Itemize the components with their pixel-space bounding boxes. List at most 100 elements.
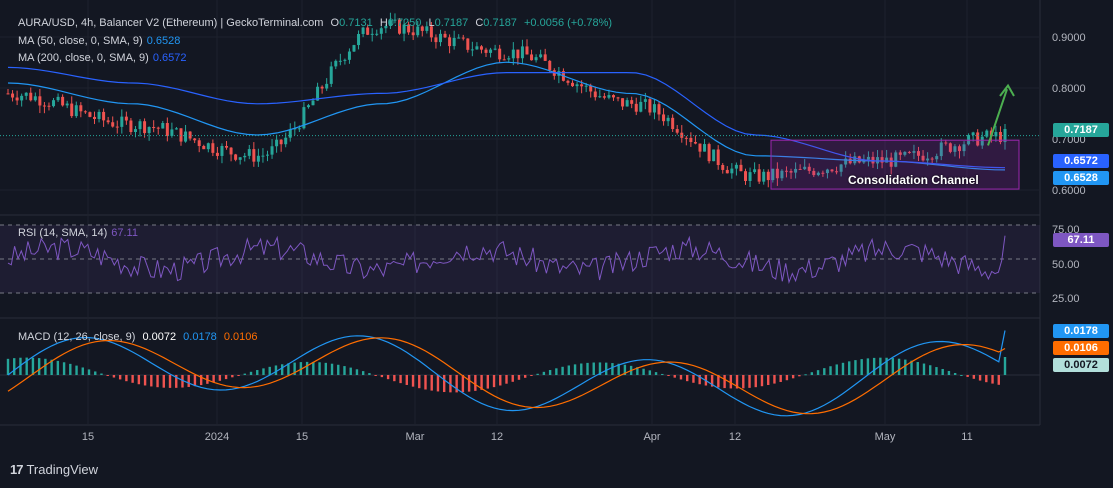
candle-body: [602, 96, 606, 98]
candle-body: [179, 128, 183, 142]
macd-hist-bar: [256, 370, 259, 375]
macd-hist-bar: [785, 375, 789, 381]
macd-hist-bar: [249, 371, 253, 375]
macd-hist-bar: [517, 375, 521, 380]
candle-body: [284, 137, 288, 145]
macd-hist-bar: [486, 375, 490, 389]
hist-badge: 0.0072: [1053, 358, 1109, 372]
candle-body: [434, 37, 438, 43]
candle-body: [256, 155, 260, 162]
candle-body: [461, 37, 465, 39]
candle-body: [261, 155, 265, 157]
macd-hist-bar: [561, 366, 564, 375]
candle-body: [698, 143, 702, 152]
ma200-legend[interactable]: MA (200, close, 0, SMA, 9) 0.6572: [18, 52, 191, 64]
open-value: 0.7131: [339, 17, 373, 29]
candle-body: [470, 49, 474, 51]
macd-hist-bar: [137, 375, 141, 385]
candle-body: [452, 37, 456, 47]
candle-body: [234, 154, 238, 160]
ma50-value: 0.6528: [146, 35, 181, 47]
candle-body: [265, 154, 269, 156]
macd-hist-bar: [922, 363, 926, 375]
candle-body: [38, 96, 42, 106]
candle-body: [20, 95, 24, 101]
candle-body: [479, 46, 483, 50]
candle-body: [466, 38, 470, 50]
candle-body: [106, 120, 110, 123]
candle-body: [47, 105, 51, 107]
x-tick: 11: [961, 431, 973, 443]
macd-hist-bar: [586, 362, 589, 375]
candle-body: [79, 105, 83, 112]
macd-hist-bar: [118, 375, 122, 380]
candle-body: [379, 28, 383, 34]
candle-body: [571, 82, 575, 87]
last-price-badge: 0.7187: [1053, 123, 1109, 137]
candle-body: [165, 123, 169, 136]
candle-body: [74, 105, 78, 117]
candle-body: [338, 60, 342, 62]
candle-body: [675, 129, 679, 133]
candle-body: [42, 105, 46, 107]
macd-hist-bar: [62, 362, 66, 375]
candle-body: [489, 49, 493, 53]
tradingview-logo[interactable]: 17 TradingView: [10, 462, 98, 477]
high-value: 0.7250: [387, 17, 422, 29]
candle-body: [530, 54, 534, 61]
candle-body: [97, 111, 101, 119]
candle-body: [625, 100, 629, 107]
macd-hist-bar: [929, 365, 932, 375]
candle-body: [539, 54, 543, 58]
candle-body: [707, 144, 711, 162]
candle-body: [684, 137, 688, 139]
macd-badge: 0.0178: [1053, 324, 1109, 338]
chart-canvas[interactable]: [0, 0, 1113, 488]
macd-signal-value: 0.0106: [223, 331, 258, 343]
candle-body: [520, 46, 524, 59]
macd-hist-bar: [193, 375, 197, 387]
candle-body: [507, 58, 511, 60]
candle-body: [648, 99, 652, 113]
macd-hist-bar: [904, 359, 907, 375]
candle-body: [193, 138, 197, 141]
macd-hist-bar: [642, 368, 645, 375]
price-tick: 0.6000: [1052, 185, 1086, 197]
ma200-badge: 0.6572: [1053, 154, 1109, 168]
macd-hist-bar: [580, 363, 583, 375]
macd-hist-bar: [343, 366, 346, 375]
candle-body: [693, 142, 697, 144]
signal-badge: 0.0106: [1053, 341, 1109, 355]
macd-hist-bar: [268, 366, 271, 375]
change-value: +0.0056 (+0.78%): [524, 17, 613, 29]
candle-body: [147, 127, 151, 134]
macd-hist-bar: [393, 375, 396, 382]
macd-hist-bar: [723, 375, 726, 389]
symbol-title[interactable]: AURA/USD, 4h, Balancer V2 (Ethereum) | G…: [18, 17, 323, 29]
candle-body: [438, 33, 442, 43]
macd-hist-bar: [941, 368, 944, 375]
candle-body: [129, 120, 133, 133]
candle-body: [971, 132, 975, 136]
macd-hist-bar: [6, 358, 10, 375]
candle-body: [143, 121, 147, 134]
macd-hist-bar: [492, 375, 496, 388]
ma50-legend[interactable]: MA (50, close, 0, SMA, 9) 0.6528: [18, 35, 184, 47]
candle-body: [457, 37, 461, 39]
candle-body: [725, 169, 729, 174]
candle-body: [174, 128, 178, 130]
macd-hist-bar: [573, 364, 577, 375]
macd-hist-bar: [897, 358, 901, 375]
macd-hist-bar: [872, 357, 876, 375]
rsi-legend[interactable]: RSI (14, SMA, 14) 67.11: [18, 227, 142, 239]
price-tick: 0.9000: [1052, 32, 1086, 44]
candle-body: [6, 93, 10, 95]
candle-body: [15, 97, 19, 101]
macd-legend[interactable]: MACD (12, 26, close, 9) 0.0072 0.0178 0.…: [18, 331, 262, 343]
candle-body: [52, 100, 56, 107]
macd-hist-bar: [530, 375, 533, 376]
candle-body: [56, 96, 60, 101]
macd-hist-bar: [125, 375, 128, 382]
candle-body: [211, 143, 215, 153]
candle-body: [11, 93, 15, 98]
